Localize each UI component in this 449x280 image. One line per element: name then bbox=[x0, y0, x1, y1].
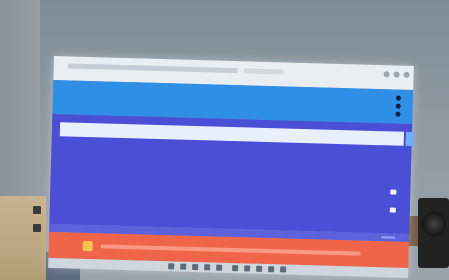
taskbar-app-icon[interactable] bbox=[168, 263, 175, 270]
taskbar-app-icon[interactable] bbox=[192, 263, 199, 271]
row-indicator bbox=[405, 131, 415, 147]
taskbar-app-icon[interactable] bbox=[256, 265, 263, 272]
warning-icon bbox=[82, 240, 93, 252]
list bbox=[49, 113, 415, 234]
address-bar[interactable] bbox=[67, 63, 238, 74]
close-icon[interactable] bbox=[403, 71, 410, 78]
app-title bbox=[53, 90, 413, 100]
projected-screen bbox=[48, 56, 415, 278]
wooden-box bbox=[0, 196, 46, 280]
taskbar-app-icon[interactable] bbox=[232, 265, 239, 272]
maximize-icon[interactable] bbox=[393, 71, 400, 78]
banner-text bbox=[100, 244, 361, 256]
speaker bbox=[418, 198, 449, 268]
status-icon bbox=[390, 189, 397, 195]
minimize-icon[interactable] bbox=[383, 71, 390, 78]
tab-strip[interactable] bbox=[243, 68, 284, 75]
taskbar-app-icon[interactable] bbox=[204, 264, 211, 271]
taskbar-app-icon[interactable] bbox=[244, 265, 251, 272]
box-knob bbox=[33, 206, 41, 214]
speaker-cone bbox=[422, 212, 446, 236]
status-icon bbox=[389, 207, 396, 213]
taskbar-app-icon[interactable] bbox=[180, 263, 187, 270]
taskbar-app-icon[interactable] bbox=[216, 264, 223, 271]
box-knob bbox=[33, 224, 41, 232]
taskbar-app-icon[interactable] bbox=[280, 266, 287, 273]
footer-mark bbox=[381, 236, 396, 239]
more-options-icon[interactable] bbox=[395, 95, 402, 118]
photo-scene bbox=[0, 0, 449, 280]
taskbar-app-icon[interactable] bbox=[268, 266, 275, 273]
